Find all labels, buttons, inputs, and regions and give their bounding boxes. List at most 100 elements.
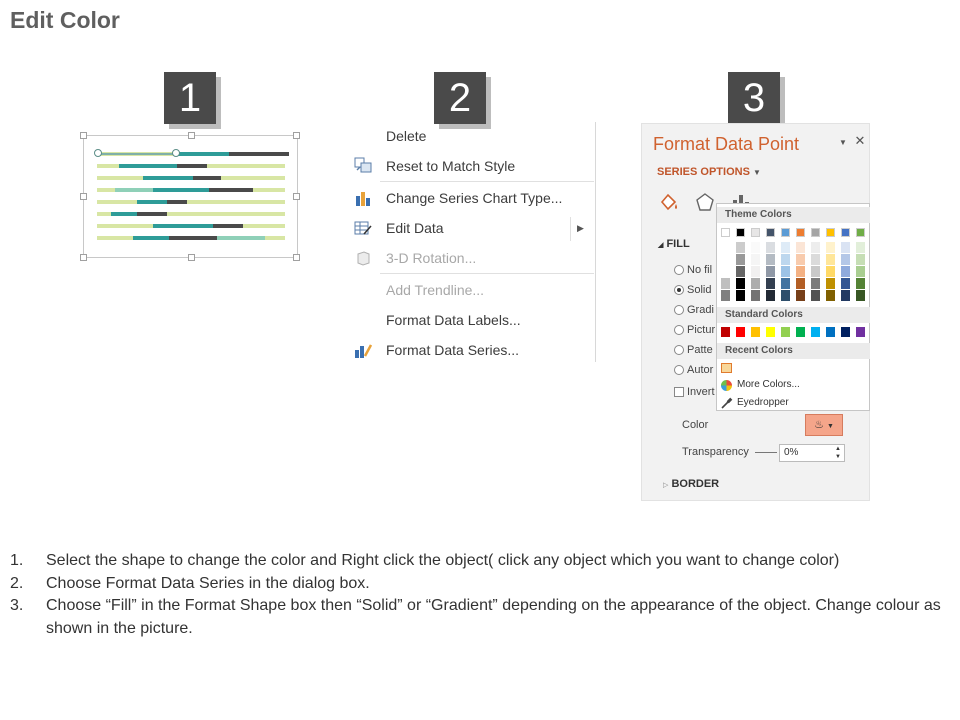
color-swatch[interactable] — [781, 266, 790, 277]
more-colors-item[interactable]: More Colors... — [737, 379, 800, 390]
color-swatch[interactable] — [766, 242, 775, 253]
color-swatch[interactable] — [796, 266, 805, 277]
color-swatch[interactable] — [796, 242, 805, 253]
fill-option-gradient[interactable]: Gradi — [674, 304, 714, 316]
radio-button[interactable] — [674, 345, 684, 356]
chart-bar[interactable] — [143, 176, 193, 180]
resize-handle[interactable] — [80, 254, 87, 261]
resize-handle[interactable] — [188, 132, 195, 139]
color-swatch[interactable] — [721, 290, 730, 301]
color-swatch[interactable] — [841, 242, 850, 253]
transparency-slider[interactable] — [755, 452, 777, 453]
radio-button[interactable] — [674, 305, 684, 316]
chart-bar[interactable] — [97, 224, 153, 228]
dropdown-arrow-icon[interactable]: ▼ — [839, 138, 847, 147]
color-swatch[interactable] — [811, 242, 820, 253]
close-icon[interactable]: ✕ — [855, 133, 866, 148]
chart-bar[interactable] — [243, 224, 285, 228]
fill-option-no-fill[interactable]: No fil — [674, 264, 712, 276]
effects-icon[interactable] — [694, 192, 716, 212]
menu-item-format-data-series[interactable]: Format Data Series... — [386, 338, 519, 362]
pane-controls[interactable]: ▼ ✕ — [839, 133, 865, 149]
color-swatch[interactable] — [811, 228, 820, 237]
color-swatch[interactable] — [796, 278, 805, 289]
color-swatch[interactable] — [841, 327, 850, 337]
color-swatch[interactable] — [751, 278, 760, 289]
resize-handle[interactable] — [80, 193, 87, 200]
radio-button[interactable] — [674, 365, 684, 376]
color-swatch[interactable] — [826, 290, 835, 301]
transparency-input[interactable]: 0% ▲ ▼ — [779, 444, 845, 462]
color-swatch[interactable] — [781, 290, 790, 301]
color-swatch[interactable] — [766, 228, 775, 237]
color-swatch[interactable] — [736, 228, 745, 237]
color-swatch[interactable] — [766, 278, 775, 289]
radio-button[interactable] — [674, 325, 684, 336]
color-swatch[interactable] — [826, 327, 835, 337]
color-swatch[interactable] — [841, 278, 850, 289]
fill-option-automatic[interactable]: Autor — [674, 364, 713, 376]
color-swatch[interactable] — [766, 327, 775, 337]
color-swatch[interactable] — [841, 228, 850, 237]
color-swatch[interactable] — [796, 327, 805, 337]
checkbox[interactable] — [674, 387, 684, 398]
chart-bar[interactable] — [97, 236, 133, 240]
color-swatch[interactable] — [811, 266, 820, 277]
color-swatch[interactable] — [766, 290, 775, 301]
color-swatch[interactable] — [736, 254, 745, 265]
color-swatch[interactable] — [796, 228, 805, 237]
color-swatch[interactable] — [826, 266, 835, 277]
color-swatch[interactable] — [781, 228, 790, 237]
chart-bar[interactable] — [97, 176, 143, 180]
color-swatch[interactable] — [826, 242, 835, 253]
color-swatch[interactable] — [856, 278, 865, 289]
chart-bar[interactable] — [137, 200, 167, 204]
color-swatch[interactable] — [751, 242, 760, 253]
color-swatch[interactable] — [736, 290, 745, 301]
color-swatch[interactable] — [811, 278, 820, 289]
radio-button[interactable] — [674, 265, 684, 276]
color-swatch[interactable] — [721, 327, 730, 337]
color-swatch[interactable] — [721, 242, 730, 253]
chart-bar[interactable] — [153, 188, 209, 192]
menu-item-change-series-chart-type[interactable]: Change Series Chart Type... — [386, 186, 562, 210]
color-swatch[interactable] — [751, 254, 760, 265]
chart-bar[interactable] — [167, 200, 187, 204]
color-swatch[interactable] — [826, 278, 835, 289]
chart-bar[interactable] — [193, 176, 221, 180]
color-swatch[interactable] — [856, 327, 865, 337]
color-swatch[interactable] — [721, 363, 732, 373]
invert-checkbox[interactable]: Invert — [674, 386, 715, 398]
color-swatch[interactable] — [811, 290, 820, 301]
menu-item-reset-to-match-style[interactable]: Reset to Match Style — [386, 154, 515, 178]
resize-handle[interactable] — [293, 193, 300, 200]
color-swatch[interactable] — [841, 290, 850, 301]
chart-bar[interactable] — [177, 164, 207, 168]
chart-bar[interactable] — [133, 236, 169, 240]
menu-item-format-data-labels[interactable]: Format Data Labels... — [386, 308, 521, 332]
chart-bar[interactable] — [221, 176, 285, 180]
color-swatch[interactable] — [856, 228, 865, 237]
selection-handle[interactable] — [172, 149, 180, 157]
fill-color-button[interactable]: ♨ ▼ — [805, 414, 843, 436]
menu-item-delete[interactable]: Delete — [386, 124, 426, 148]
color-swatch[interactable] — [736, 266, 745, 277]
color-swatch[interactable] — [751, 266, 760, 277]
chart-bar[interactable] — [97, 164, 119, 168]
chart-bar[interactable] — [229, 152, 289, 156]
color-swatch[interactable] — [766, 266, 775, 277]
chart-bar[interactable] — [137, 212, 167, 216]
menu-item-edit-data[interactable]: Edit Data — [386, 216, 444, 240]
chart-bar[interactable] — [115, 188, 153, 192]
chart-bar[interactable] — [265, 236, 285, 240]
chart-bar[interactable] — [217, 236, 265, 240]
color-swatch[interactable] — [751, 290, 760, 301]
color-swatch[interactable] — [826, 228, 835, 237]
selected-series-line[interactable] — [96, 153, 174, 155]
series-options-dropdown[interactable]: SERIES OPTIONS ▼ — [657, 166, 761, 178]
chart-bar[interactable] — [111, 212, 137, 216]
chart-bar[interactable] — [213, 224, 243, 228]
color-swatch[interactable] — [751, 327, 760, 337]
chart-bar[interactable] — [175, 152, 229, 156]
color-swatch[interactable] — [856, 266, 865, 277]
